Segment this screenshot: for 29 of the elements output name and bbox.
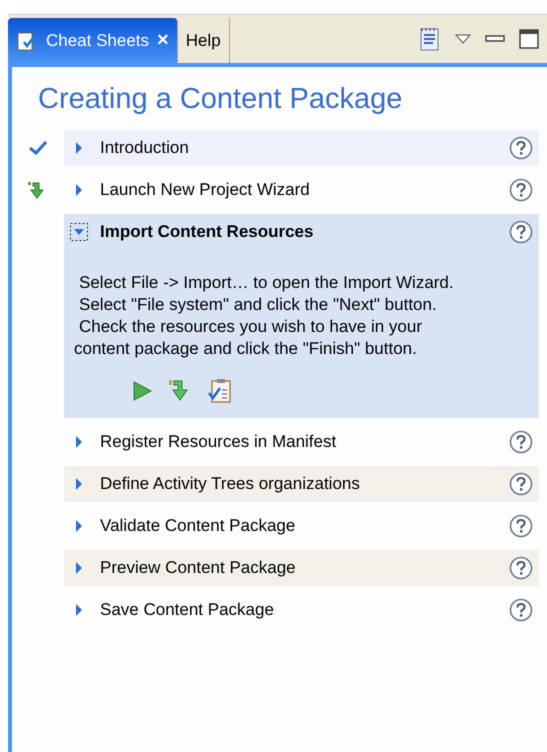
dropdown-icon[interactable] xyxy=(455,34,471,44)
step-instruction: Select File -> Import… to open the Import Wizard. xyxy=(78,272,455,294)
help-icon[interactable] xyxy=(509,178,533,202)
step-title[interactable]: Preview Content Package xyxy=(100,558,497,578)
clipboard-check-icon[interactable] xyxy=(208,378,232,404)
cheat-sheet-icon xyxy=(16,30,38,52)
help-icon[interactable] xyxy=(509,220,533,244)
help-icon[interactable] xyxy=(509,472,533,496)
help-icon[interactable] xyxy=(509,556,533,580)
step-title[interactable]: Validate Content Package xyxy=(100,516,497,536)
help-icon[interactable] xyxy=(509,136,533,160)
step-title[interactable]: Register Resources in Manifest xyxy=(100,432,497,452)
help-icon[interactable] xyxy=(509,514,533,538)
step-instruction: Select "File system" and click the "Next" button. xyxy=(78,294,438,316)
cheat-sheet-title: Creating a Content Package xyxy=(37,82,404,117)
step-title[interactable]: Introduction xyxy=(100,138,497,158)
step-title[interactable]: Define Activity Trees organizations xyxy=(100,474,497,494)
step-title[interactable]: Save Content Package xyxy=(100,600,497,620)
help-icon[interactable] xyxy=(509,598,533,622)
minimize-icon[interactable] xyxy=(485,35,505,43)
step-title[interactable]: Import Content Resources xyxy=(100,222,497,242)
step-title[interactable]: Launch New Project Wizard xyxy=(100,180,497,200)
step-instruction: Check the resources you wish to have in your content package and click the "Finish" button. xyxy=(74,316,424,360)
tab[interactable]: Cheat Sheets × xyxy=(8,18,178,63)
notepad-icon[interactable] xyxy=(419,26,441,52)
close-icon[interactable]: × xyxy=(157,29,169,52)
help-icon[interactable] xyxy=(509,430,533,454)
collapse-icon[interactable] xyxy=(70,223,88,241)
maximize-icon[interactable] xyxy=(519,29,539,49)
